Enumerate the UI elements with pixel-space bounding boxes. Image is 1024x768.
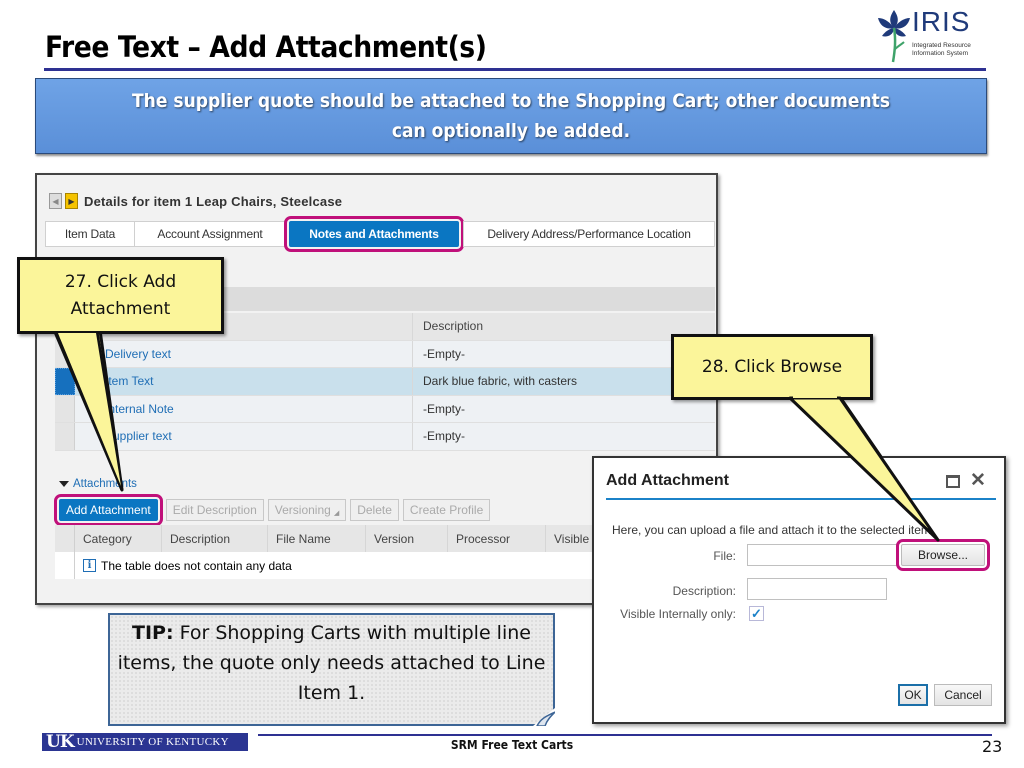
category-link[interactable]: Item Text: [75, 368, 413, 395]
tab-notes-and-attachments[interactable]: Notes and Attachments: [284, 216, 464, 252]
row-selector[interactable]: [55, 368, 75, 395]
delete-button[interactable]: Delete: [350, 499, 399, 521]
description-label: Description:: [672, 584, 736, 598]
callout-step-28: 28. Click Browse: [671, 334, 873, 400]
visible-internally-checkbox[interactable]: ✓: [749, 606, 764, 621]
iris-flower-icon: [878, 10, 910, 63]
attachments-toolbar: Add Attachment Edit Description Versioni…: [54, 494, 491, 526]
footer-rule: [258, 734, 992, 736]
attachments-section-toggle[interactable]: Attachments: [59, 478, 137, 490]
browse-button[interactable]: Browse...: [896, 539, 990, 571]
banner-text: The supplier quote should be attached to…: [132, 90, 890, 142]
visible-internally-label: Visible Internally only:: [620, 607, 736, 621]
add-attachment-dialog: Add Attachment ✕ Here, you can upload a …: [592, 456, 1006, 724]
description-input[interactable]: [747, 578, 887, 600]
edit-description-button[interactable]: Edit Description: [165, 499, 264, 521]
column-header-description: Description: [423, 319, 484, 334]
chevron-left-icon: ◀: [52, 196, 59, 206]
iris-logo: IRIS Integrated Resource Information Sys…: [874, 6, 984, 64]
info-icon: i: [83, 559, 96, 572]
next-item-button[interactable]: ▶: [65, 193, 78, 209]
slide-title: Free Text – Add Attachment(s): [45, 30, 487, 64]
category-link[interactable]: Internal Note: [75, 395, 413, 422]
title-rule: [44, 68, 986, 71]
item-header: ◀ ▶ Details for item 1 Leap Chairs, Stee…: [49, 193, 342, 209]
category-link[interactable]: Delivery text: [75, 340, 413, 367]
row-selector: [55, 552, 75, 579]
caret-down-icon: [59, 481, 69, 487]
table-row[interactable]: Delivery text -Empty-: [55, 340, 715, 368]
maximize-icon[interactable]: [946, 475, 960, 488]
tip-text: For Shopping Carts with multiple line it…: [117, 622, 546, 704]
description-cell: -Empty-: [423, 346, 465, 361]
dialog-intro-text: Here, you can upload a file and attach i…: [612, 523, 931, 537]
tab-delivery-address[interactable]: Delivery Address/Performance Location: [463, 221, 715, 247]
row-selector[interactable]: [55, 395, 75, 422]
versioning-label: Versioning: [274, 503, 331, 517]
column-header-category: Category: [75, 525, 162, 552]
column-header-version: Version: [366, 525, 448, 552]
previous-item-button[interactable]: ◀: [49, 193, 62, 209]
footer-title: SRM Free Text Carts: [450, 738, 574, 752]
description-cell: -Empty-: [423, 401, 465, 416]
checkmark-icon: ✓: [751, 605, 762, 621]
item-tabs: Item Data Account Assignment Notes and A…: [45, 216, 715, 252]
instruction-banner: The supplier quote should be attached to…: [35, 78, 987, 154]
tab-account-assignment[interactable]: Account Assignment: [134, 221, 286, 247]
iris-subtitle: Integrated Resource Information System: [912, 42, 971, 58]
column-header-file-name: File Name: [268, 525, 366, 552]
description-cell: Dark blue fabric, with casters: [423, 374, 578, 389]
table-row[interactable]: Internal Note -Empty-: [55, 395, 715, 423]
ok-button[interactable]: OK: [898, 684, 928, 706]
column-header-description: Description: [162, 525, 268, 552]
tip-box: TIP: For Shopping Carts with multiple li…: [108, 613, 555, 726]
description-cell: -Empty-: [423, 429, 465, 444]
file-label: File:: [713, 549, 736, 563]
add-attachment-button[interactable]: Add Attachment: [54, 494, 163, 526]
column-header-processor: Processor: [448, 525, 546, 552]
attachments-section-label: Attachments: [73, 478, 137, 490]
table-row[interactable]: Supplier text -Empty-: [55, 423, 715, 451]
callout-step-27: 27. Click Add Attachment: [17, 257, 224, 334]
row-selector[interactable]: [55, 423, 75, 450]
category-link[interactable]: Supplier text: [75, 423, 413, 450]
iris-subtitle-line-2: Information System: [912, 50, 968, 57]
tab-item-data[interactable]: Item Data: [45, 221, 135, 247]
page-number: 23: [982, 737, 1003, 756]
close-icon[interactable]: ✕: [970, 469, 986, 492]
item-title: Details for item 1 Leap Chairs, Steelcas…: [84, 193, 343, 209]
iris-wordmark: IRIS: [912, 6, 971, 37]
chevron-right-icon: ▶: [68, 196, 75, 206]
iris-subtitle-line-1: Integrated Resource: [912, 42, 971, 49]
table-row[interactable]: Item Text Dark blue fabric, with casters: [55, 368, 715, 396]
file-input[interactable]: [747, 544, 897, 566]
create-profile-button[interactable]: Create Profile: [402, 499, 491, 521]
dialog-title-rule: [606, 498, 996, 500]
dialog-title: Add Attachment: [606, 472, 729, 489]
versioning-button[interactable]: Versioning ◢: [267, 499, 347, 521]
tip-prefix: TIP:: [132, 622, 174, 644]
page-curl-icon: [533, 708, 555, 726]
menu-corner-icon: ◢: [333, 510, 340, 517]
cancel-button[interactable]: Cancel: [934, 684, 992, 706]
row-selector[interactable]: [55, 340, 75, 367]
empty-table-message: The table does not contain any data: [101, 558, 292, 573]
select-all-cell: [55, 525, 75, 552]
